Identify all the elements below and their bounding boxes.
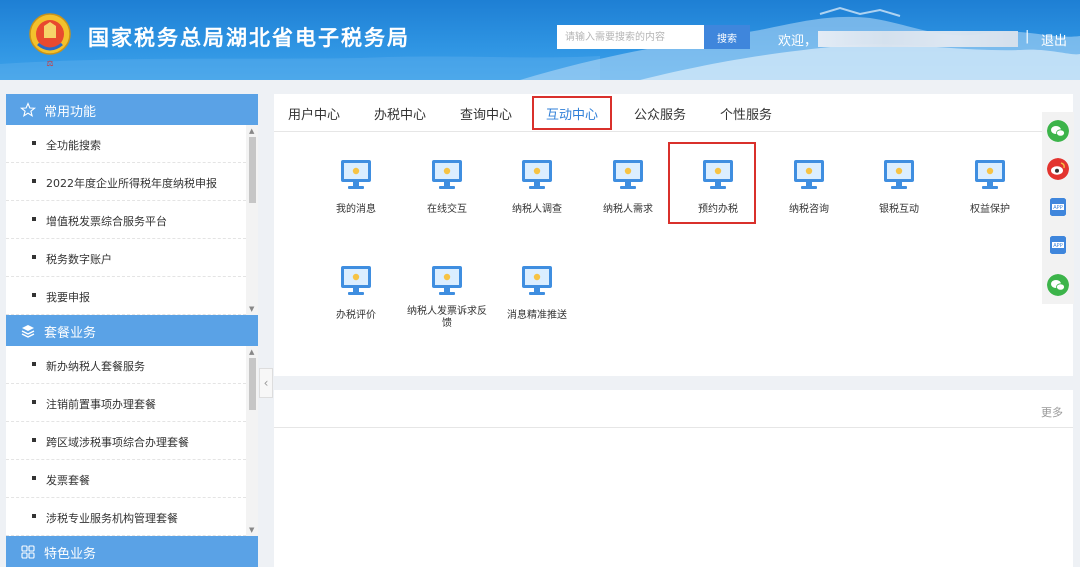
tile-taxpayer-needs[interactable]: 纳税人需求: [585, 144, 671, 224]
sidebar-item[interactable]: 2022年度企业所得税年度纳税申报: [6, 163, 246, 201]
tile-label: 权益保护: [970, 204, 1010, 215]
app-icon[interactable]: APP: [1047, 196, 1069, 218]
monitor-icon: [432, 266, 462, 295]
site-title: 国家税务总局湖北省电子税务局: [88, 26, 410, 50]
header-separator: |: [1025, 29, 1030, 44]
monitor-icon: [341, 266, 371, 295]
more-link[interactable]: 更多: [1041, 404, 1063, 420]
sidebar-section-package[interactable]: 套餐业务: [6, 315, 258, 346]
tab-highlight-box: [532, 96, 612, 130]
sidebar-item[interactable]: 新办纳税人套餐服务: [6, 346, 246, 384]
sidebar-section-featured[interactable]: 特色业务: [6, 536, 258, 567]
tile-label: 纳税人发票诉求反馈: [407, 306, 487, 329]
logout-link[interactable]: 退出: [1041, 30, 1067, 49]
sidebar-item[interactable]: 增值税发票综合服务平台: [6, 201, 246, 239]
weibo-icon[interactable]: [1047, 158, 1069, 180]
tile-invoice-feedback[interactable]: 纳税人发票诉求反馈: [404, 250, 490, 330]
site-header: ⚖ 国家税务总局湖北省电子税务局 搜索 欢迎， | 退出: [0, 0, 1080, 80]
svg-text:⚖: ⚖: [46, 59, 53, 68]
sidebar-section-common[interactable]: 常用功能: [6, 94, 258, 125]
tab-public-service[interactable]: 公众服务: [634, 104, 686, 123]
tile-label: 我的消息: [336, 204, 376, 215]
sidebar: 常用功能 全功能搜索 2022年度企业所得税年度纳税申报 增值税发票综合服务平台…: [6, 94, 258, 567]
search-input[interactable]: [557, 25, 704, 49]
sidebar-item[interactable]: 发票套餐: [6, 460, 246, 498]
tile-label: 消息精准推送: [507, 310, 567, 321]
wechat-icon[interactable]: [1047, 120, 1069, 142]
sidebar-list-package: 新办纳税人套餐服务 注销前置事项办理套餐 跨区域涉税事项综合办理套餐 发票套餐 …: [6, 346, 246, 536]
monitor-icon: [884, 160, 914, 189]
tab-bar: 用户中心 办税中心 查询中心 互动中心 公众服务 个性服务: [274, 94, 1073, 132]
star-icon: [20, 102, 36, 118]
tile-label: 银税互动: [879, 204, 919, 215]
layers-icon: [21, 325, 35, 338]
tile-precise-push[interactable]: 消息精准推送: [494, 250, 580, 330]
monitor-icon: [522, 266, 552, 295]
tile-label: 纳税人需求: [603, 204, 653, 215]
tile-online-interaction[interactable]: 在线交互: [404, 144, 490, 224]
news-panel: 更多: [274, 390, 1073, 567]
tax-emblem-logo: ⚖: [29, 13, 71, 68]
svg-text:APP: APP: [1053, 205, 1062, 211]
sidebar-list-common: 全功能搜索 2022年度企业所得税年度纳税申报 增值税发票综合服务平台 税务数字…: [6, 125, 246, 315]
news-panel-header: 更多: [274, 390, 1073, 428]
monitor-icon: [432, 160, 462, 189]
tab-query-center[interactable]: 查询中心: [460, 104, 512, 123]
sidebar-item[interactable]: 跨区域涉税事项综合办理套餐: [6, 422, 246, 460]
tile-label: 纳税人调查: [512, 204, 562, 215]
tile-highlight-box: [668, 142, 756, 224]
svg-text:APP: APP: [1053, 243, 1062, 249]
sidebar-scrollbar[interactable]: ▲ ▼: [246, 346, 258, 536]
tile-my-messages[interactable]: 我的消息: [313, 144, 399, 224]
sidebar-collapse-handle[interactable]: ‹: [259, 368, 273, 398]
monitor-icon: [975, 160, 1005, 189]
tile-tax-consulting[interactable]: 纳税咨询: [766, 144, 852, 224]
app-icon[interactable]: APP: [1047, 234, 1069, 256]
main-panel: 用户中心 办税中心 查询中心 互动中心 公众服务 个性服务 我的消息 在线交互 …: [274, 94, 1073, 376]
sidebar-item[interactable]: 税务数字账户: [6, 239, 246, 277]
sidebar-scrollbar[interactable]: ▲ ▼: [246, 125, 258, 315]
tile-label: 在线交互: [427, 204, 467, 215]
tile-label: 办税评价: [336, 310, 376, 321]
sidebar-section-label: 特色业务: [44, 547, 97, 562]
tab-personal-service[interactable]: 个性服务: [720, 104, 772, 123]
welcome-text: 欢迎，: [778, 34, 818, 49]
tile-rights-protection[interactable]: 权益保护: [947, 144, 1033, 224]
monitor-icon: [522, 160, 552, 189]
username-redacted: [818, 31, 1018, 47]
tab-user-center[interactable]: 用户中心: [288, 104, 340, 123]
grid-icon: [21, 545, 35, 559]
sidebar-section-label: 套餐业务: [44, 326, 97, 341]
tile-taxpayer-survey[interactable]: 纳税人调查: [494, 144, 580, 224]
monitor-icon: [613, 160, 643, 189]
sidebar-item[interactable]: 注销前置事项办理套餐: [6, 384, 246, 422]
tile-tax-evaluation[interactable]: 办税评价: [313, 250, 399, 330]
tile-bank-tax-interaction[interactable]: 银税互动: [856, 144, 942, 224]
sidebar-item[interactable]: 我要申报: [6, 277, 246, 315]
sidebar-item[interactable]: 涉税专业服务机构管理套餐: [6, 498, 246, 536]
monitor-icon: [341, 160, 371, 189]
right-float-bar: APP APP: [1042, 112, 1074, 304]
tile-label: 纳税咨询: [789, 204, 829, 215]
tab-tax-center[interactable]: 办税中心: [374, 104, 426, 123]
sidebar-item[interactable]: 全功能搜索: [6, 125, 246, 163]
search-button[interactable]: 搜索: [704, 25, 750, 49]
sidebar-section-label: 常用功能: [44, 105, 97, 120]
monitor-icon: [794, 160, 824, 189]
wechat-icon[interactable]: [1047, 274, 1069, 296]
